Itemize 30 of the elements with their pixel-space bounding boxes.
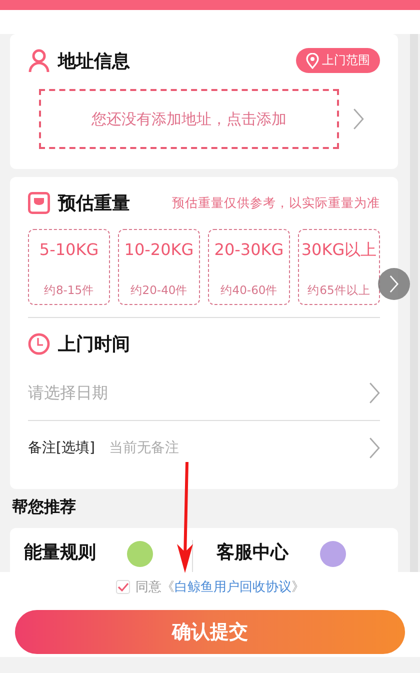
weight-option[interactable]: 5-10KG 约8-15件 xyxy=(28,229,110,305)
location-pin-icon xyxy=(306,52,319,68)
remark-label: 备注[选填] xyxy=(28,439,95,457)
weight-option[interactable]: 30KG以上 约65件以上 xyxy=(298,229,380,305)
weight-option[interactable]: 20-30KG 约40-60件 xyxy=(208,229,290,305)
chevron-right-icon xyxy=(389,275,399,293)
chevron-right-icon xyxy=(353,108,364,130)
clock-icon xyxy=(28,333,50,355)
date-picker[interactable]: 请选择日期 xyxy=(28,382,108,404)
section-title: 帮您推荐 xyxy=(12,497,77,518)
submit-button[interactable]: 确认提交 xyxy=(15,610,405,654)
agreement-link[interactable]: 白鲸鱼用户回收协议 xyxy=(174,580,292,595)
section-title: 上门时间 xyxy=(58,333,130,356)
remark-value[interactable]: 当前无备注 xyxy=(108,439,179,457)
weight-note: 预估重量仅供参考，以实际重量为准 xyxy=(172,194,380,212)
person-icon xyxy=(28,48,50,72)
scroll-next-button[interactable] xyxy=(378,268,410,300)
section-title: 预估重量 xyxy=(58,192,130,215)
section-title: 地址信息 xyxy=(58,50,130,72)
service-range-button[interactable]: 上门范围 xyxy=(296,48,380,73)
agreement-text: 同意《白鲸鱼用户回收协议》 xyxy=(136,579,304,596)
circle-icon xyxy=(318,540,346,568)
recommend-item[interactable]: 客服中心 xyxy=(216,540,288,564)
agree-checkbox[interactable] xyxy=(116,580,130,594)
scale-icon xyxy=(28,192,50,214)
add-address-box[interactable]: 您还没有添加地址，点击添加 xyxy=(39,89,339,149)
weight-option[interactable]: 10-20KG 约20-40件 xyxy=(118,229,200,305)
chevron-right-icon xyxy=(369,437,380,459)
chevron-right-icon xyxy=(369,382,380,404)
recommend-item[interactable]: 能量规则 xyxy=(24,540,96,564)
